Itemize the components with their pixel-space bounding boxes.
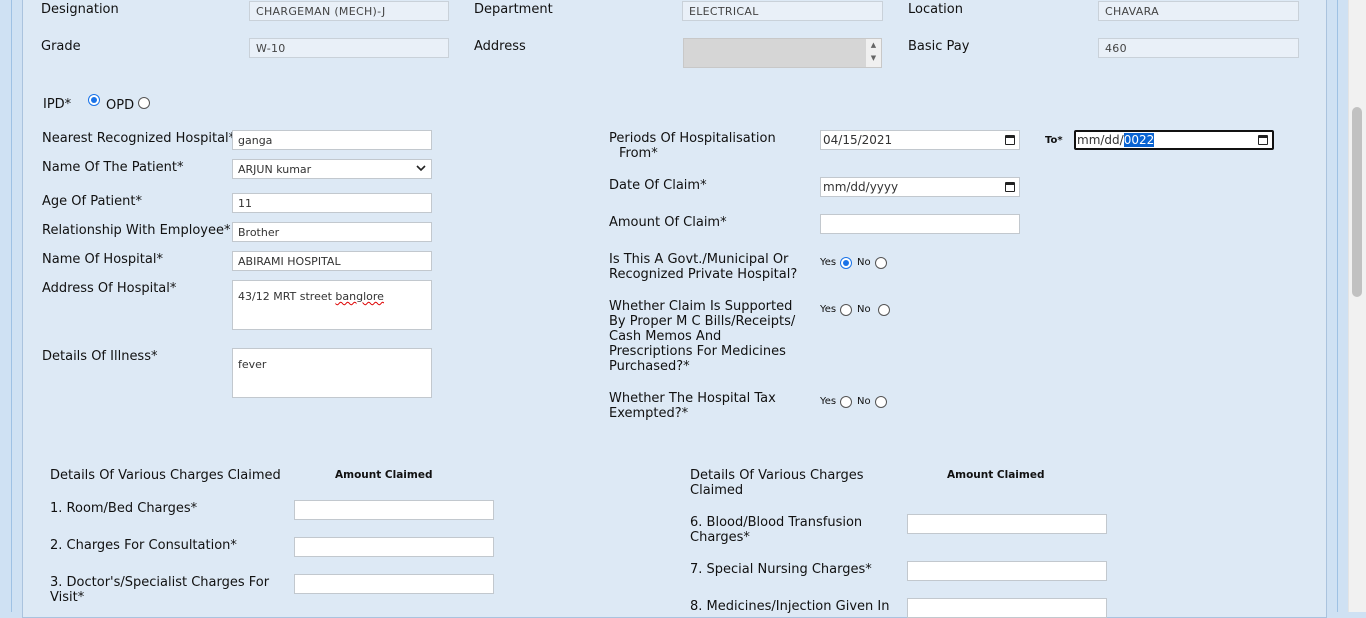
supported-no-label: No <box>857 304 871 315</box>
amount-claimed-header-left: Amount Claimed <box>335 469 433 481</box>
location-field: CHAVARA <box>1098 1 1299 21</box>
tax-exempt-label: Whether The Hospital Tax <box>609 391 776 406</box>
date-of-claim-value: mm/dd/yyyy <box>823 180 899 194</box>
nursing-charges-label: 7. Special Nursing Charges* <box>690 562 872 577</box>
room-bed-charges-label: 1. Room/Bed Charges* <box>50 501 198 516</box>
amount-of-claim-input[interactable] <box>820 214 1020 234</box>
calendar-icon[interactable] <box>1005 182 1015 192</box>
address-field[interactable] <box>683 38 882 68</box>
amount-claimed-header-right: Amount Claimed <box>947 469 1045 481</box>
opd-label: OPD <box>106 98 135 113</box>
blood-charges-label-2: Charges* <box>690 530 750 545</box>
medicines-charges-input[interactable] <box>907 598 1107 618</box>
date-of-claim-input[interactable]: mm/dd/yyyy <box>820 177 1020 197</box>
illness-label: Details Of Illness* <box>42 349 158 364</box>
nearest-hospital-input[interactable]: ganga <box>232 130 432 150</box>
to-date-input[interactable]: mm/dd/0022 <box>1074 130 1274 150</box>
supported-label-3: Cash Memos And <box>609 329 722 344</box>
age-label: Age Of Patient* <box>42 194 142 209</box>
ipd-label: IPD* <box>43 97 72 112</box>
location-label: Location <box>908 2 963 17</box>
calendar-icon[interactable] <box>1005 135 1015 145</box>
to-date-value: mm/dd/ <box>1077 133 1124 147</box>
calendar-icon[interactable] <box>1258 135 1268 145</box>
opd-radio[interactable] <box>138 97 150 109</box>
patient-name-value: ARJUN kumar <box>238 163 312 176</box>
govt-yes-radio[interactable] <box>840 257 852 269</box>
tax-yes-radio[interactable] <box>840 396 852 408</box>
department-label: Department <box>474 2 553 17</box>
charges-left-header: Details Of Various Charges Claimed <box>50 468 281 483</box>
vertical-scrollbar[interactable] <box>1348 0 1366 612</box>
supported-label-2: By Proper M C Bills/Receipts/ <box>609 314 796 329</box>
relationship-label: Relationship With Employee* <box>42 223 231 238</box>
blood-charges-label: 6. Blood/Blood Transfusion <box>690 515 863 530</box>
supported-no-radio[interactable] <box>878 304 890 316</box>
department-field: ELECTRICAL <box>682 1 883 21</box>
ipd-radio[interactable] <box>88 94 100 106</box>
patient-name-select[interactable]: ARJUN kumar <box>232 159 432 179</box>
blood-charges-input[interactable] <box>907 514 1107 534</box>
hospital-name-label: Name Of Hospital* <box>42 252 163 267</box>
to-date-selected-year: 0022 <box>1123 133 1155 147</box>
date-of-claim-label: Date Of Claim* <box>609 178 707 193</box>
govt-yes-label: Yes <box>820 257 837 268</box>
govt-no-radio[interactable] <box>875 257 887 269</box>
amount-of-claim-label: Amount Of Claim* <box>609 215 727 230</box>
consultation-charges-input[interactable] <box>294 537 494 557</box>
scrollbar-thumb[interactable] <box>1352 107 1362 297</box>
illness-textarea[interactable]: fever <box>232 348 432 398</box>
hospital-address-text: 43/12 MRT street <box>238 290 336 303</box>
supported-label-5: Purchased?* <box>609 359 690 374</box>
period-label: Periods Of Hospitalisation <box>609 131 776 146</box>
consultation-charges-label: 2. Charges For Consultation* <box>50 538 237 553</box>
nearest-hospital-label: Nearest Recognized Hospital* <box>42 131 236 146</box>
divider <box>11 0 12 612</box>
charges-right-header-2: Claimed <box>690 483 744 498</box>
address-scroll-arrows[interactable]: ▲ ▼ <box>866 39 881 67</box>
from-date-value: 04/15/2021 <box>823 133 893 147</box>
chevron-down-icon <box>415 162 427 177</box>
supported-yes-label: Yes <box>820 304 837 315</box>
basic-pay-label: Basic Pay <box>908 39 970 54</box>
page-gutter <box>0 0 10 612</box>
tax-exempt-label-2: Exempted?* <box>609 406 689 421</box>
doctor-charges-input[interactable] <box>294 574 494 594</box>
patient-name-label: Name Of The Patient* <box>42 160 184 175</box>
doctor-charges-label-2: Visit* <box>50 590 85 605</box>
supported-yes-radio[interactable] <box>840 304 852 316</box>
basic-pay-field: 460 <box>1098 38 1299 58</box>
designation-field: CHARGEMAN (MECH)-J <box>249 1 449 21</box>
relationship-input[interactable]: Brother <box>232 222 432 242</box>
tax-no-radio[interactable] <box>875 396 887 408</box>
designation-label: Designation <box>41 2 119 17</box>
period-from-label: From* <box>619 146 658 161</box>
hospital-address-label: Address Of Hospital* <box>42 281 177 296</box>
grade-label: Grade <box>41 39 81 54</box>
to-label: To* <box>1045 135 1063 146</box>
divider <box>1337 0 1338 612</box>
address-label: Address <box>474 39 526 54</box>
govt-hospital-label: Is This A Govt./Municipal Or <box>609 252 789 267</box>
room-bed-charges-input[interactable] <box>294 500 494 520</box>
nursing-charges-input[interactable] <box>907 561 1107 581</box>
tax-yes-label: Yes <box>820 396 837 407</box>
hospital-address-text-misspelled: banglore <box>335 290 384 303</box>
from-date-input[interactable]: 04/15/2021 <box>820 130 1020 150</box>
govt-hospital-label-2: Recognized Private Hospital? <box>609 267 798 282</box>
govt-no-label: No <box>857 257 871 268</box>
supported-label: Whether Claim Is Supported <box>609 299 793 314</box>
hospital-address-textarea[interactable]: 43/12 MRT street banglore <box>232 280 432 330</box>
supported-label-4: Prescriptions For Medicines <box>609 344 786 359</box>
charges-right-header: Details Of Various Charges <box>690 468 864 483</box>
hospital-name-input[interactable]: ABIRAMI HOSPITAL <box>232 251 432 271</box>
age-input[interactable]: 11 <box>232 193 432 213</box>
tax-no-label: No <box>857 396 871 407</box>
doctor-charges-label: 3. Doctor's/Specialist Charges For <box>50 575 270 590</box>
grade-field: W-10 <box>249 38 449 58</box>
